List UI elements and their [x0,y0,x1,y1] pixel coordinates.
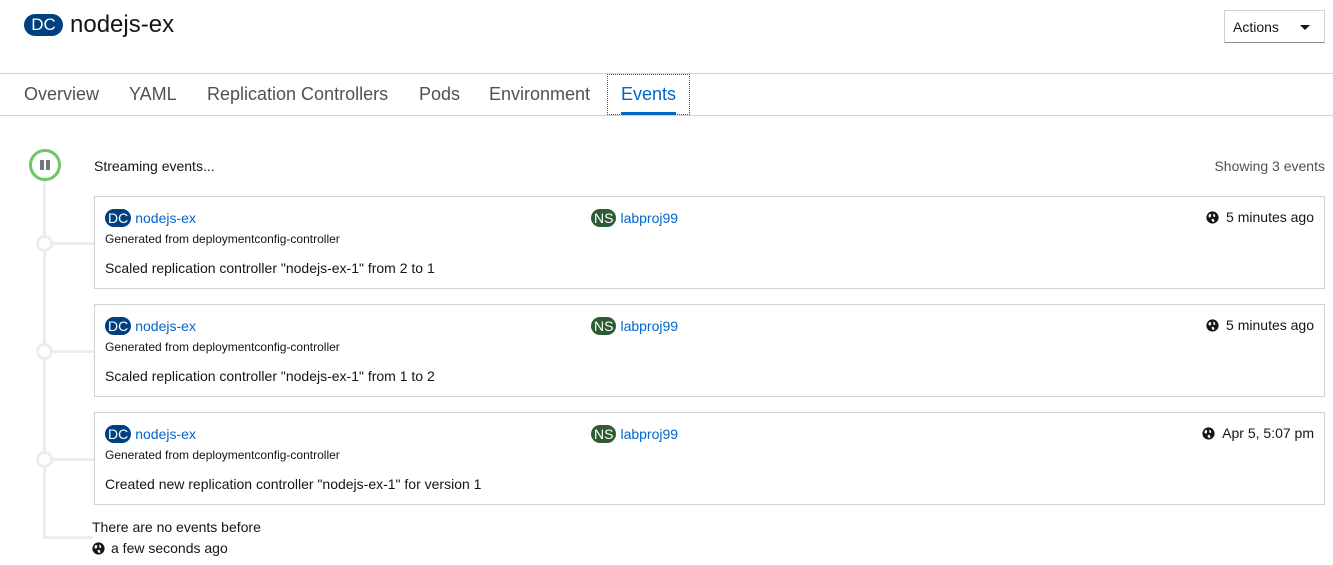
event-time: 5 minutes ago [1226,209,1314,225]
actions-label: Actions [1233,18,1279,35]
page-title: nodejs-ex [70,11,175,38]
event-source: Generated from deploymentconfig-controll… [105,340,340,354]
event-card: DC nodejs-ex NS labproj99 Apr 5, 5:07 pm… [94,412,1325,505]
event-count: Showing 3 events [1214,158,1325,174]
namespace-link[interactable]: labproj99 [620,426,678,442]
globe-icon [1202,426,1215,440]
namespace-badge: NS [591,425,617,443]
event-timestamp: Apr 5, 5:07 pm [1202,425,1314,441]
pause-icon-bar [46,160,50,170]
tab-environment[interactable]: Environment [489,74,590,115]
tab-bar: Overview YAML Replication Controllers Po… [0,73,1333,116]
globe-icon [1206,318,1219,332]
event-message: Scaled replication controller "nodejs-ex… [105,368,435,384]
resource-kind-badge: DC [105,209,132,227]
tab-events[interactable]: Events [607,74,691,115]
tab-events-label: Events [621,84,677,104]
namespace-link[interactable]: labproj99 [620,210,678,226]
tab-overview[interactable]: Overview [24,74,99,115]
event-timestamp: 5 minutes ago [1206,209,1314,225]
event-resource: DC nodejs-ex [105,317,196,335]
actions-dropdown[interactable]: Actions [1224,10,1325,43]
tab-yaml[interactable]: YAML [129,74,177,115]
namespace-badge: NS [591,317,617,335]
namespace-link[interactable]: labproj99 [620,318,678,334]
streaming-status: Streaming events... [94,158,215,174]
event-timestamp: 5 minutes ago [1206,317,1314,333]
event-card: DC nodejs-ex NS labproj99 5 minutes ago … [94,196,1325,289]
event-namespace: NS labproj99 [591,317,678,335]
event-card: DC nodejs-ex NS labproj99 5 minutes ago … [94,304,1325,397]
timeline-connector [53,458,94,461]
no-earlier-events-time: a few seconds ago [111,540,228,556]
page-header: DC nodejs-ex Actions [0,0,1333,74]
event-message: Created new replication controller "node… [105,476,482,492]
globe-icon [92,541,105,555]
tab-pods[interactable]: Pods [419,74,460,115]
event-namespace: NS labproj99 [591,209,678,227]
event-namespace: NS labproj99 [591,425,678,443]
event-time: 5 minutes ago [1226,317,1314,333]
caret-down-icon [1300,25,1310,30]
resource-kind-badge: DC [105,425,132,443]
timeline-end [43,536,93,539]
resource-kind-badge: DC [105,317,132,335]
no-earlier-events-timestamp: a few seconds ago [92,540,228,556]
event-source: Generated from deploymentconfig-controll… [105,232,340,246]
resource-link[interactable]: nodejs-ex [135,210,196,226]
globe-icon [1206,210,1219,224]
event-resource: DC nodejs-ex [105,209,196,227]
active-tab-indicator [621,112,677,115]
resource-link[interactable]: nodejs-ex [135,426,196,442]
pause-streaming-button[interactable] [29,149,61,181]
tab-replication-controllers[interactable]: Replication Controllers [207,74,388,115]
resource-link[interactable]: nodejs-ex [135,318,196,334]
timeline-dot [36,343,53,360]
resource-kind-badge: DC [24,14,63,36]
timeline-dot [36,451,53,468]
timeline-dot [36,235,53,252]
event-time: Apr 5, 5:07 pm [1222,425,1314,441]
timeline-connector [53,242,94,245]
event-message: Scaled replication controller "nodejs-ex… [105,260,435,276]
page-title-group: DC nodejs-ex [24,12,174,38]
pause-icon [40,160,44,170]
event-resource: DC nodejs-ex [105,425,196,443]
event-source: Generated from deploymentconfig-controll… [105,448,340,462]
no-earlier-events: There are no events before [92,519,261,535]
namespace-badge: NS [591,209,617,227]
timeline-connector [53,350,94,353]
